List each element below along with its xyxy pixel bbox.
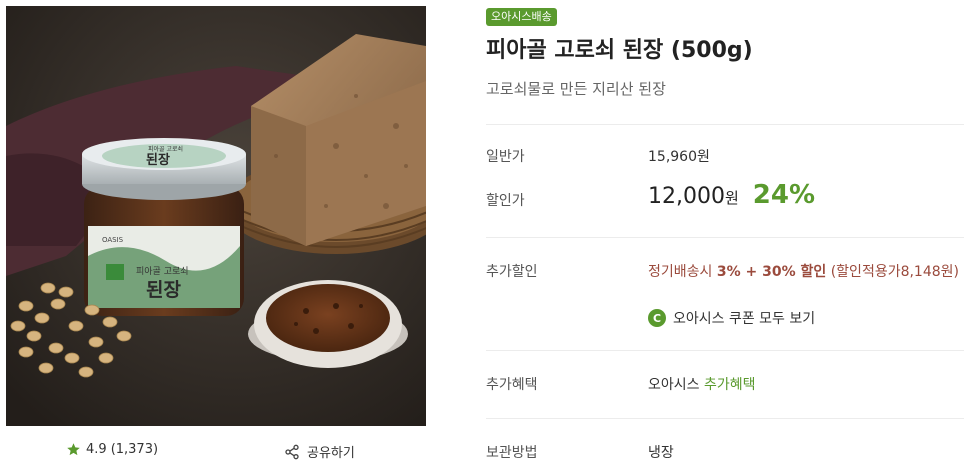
divider <box>486 124 964 125</box>
sale-price-unit: 원 <box>724 189 739 207</box>
star-icon <box>67 443 80 456</box>
coupon-link-label: 오아시스 쿠폰 모두 보기 <box>673 311 816 327</box>
extra-discount-label: 추가할인 <box>486 264 538 280</box>
image-bottom-bar: 4.9 (1,373) 공유하기 <box>6 432 426 469</box>
delivery-badge: 오아시스배송 <box>486 8 557 26</box>
rating-score: 4.9 <box>86 442 107 457</box>
product-image: OASIS 피아골 고로쇠 된장 피아골 고로쇠 된장 <box>6 6 426 426</box>
storage-label: 보관방법 <box>486 445 538 461</box>
storage-value: 냉장 <box>648 445 674 461</box>
extra-benefit-highlight[interactable]: 추가혜택 <box>704 377 756 393</box>
jar-lid-label-text: 된장 <box>146 152 170 168</box>
share-label: 공유하기 <box>307 446 355 461</box>
sale-price-label: 할인가 <box>486 193 525 209</box>
sale-price-value: 12,000 <box>648 184 725 209</box>
extra-discount-suffix: (할인적용가8,148원) <box>826 264 959 280</box>
share-icon <box>285 444 299 459</box>
extra-benefit-text: 오아시스 추가혜택 <box>648 374 756 394</box>
jar-lid-top-text: 피아골 고로쇠 <box>148 145 183 153</box>
extra-benefit-label: 추가혜택 <box>486 377 538 393</box>
extra-benefit-prefix: 오아시스 <box>648 377 704 393</box>
coupon-link[interactable]: C 오아시스 쿠폰 모두 보기 <box>648 308 815 328</box>
extra-discount-highlight: 3% + 30% 할인 <box>716 264 827 280</box>
jar-brand-text: OASIS <box>102 236 124 244</box>
divider <box>486 350 964 351</box>
jar-body-main-text: 된장 <box>146 279 181 301</box>
divider <box>486 418 964 419</box>
regular-price-value: 15,960원 <box>648 149 710 165</box>
discount-rate: 24% <box>752 180 816 210</box>
regular-price-label: 일반가 <box>486 149 525 165</box>
product-subtitle: 고로쇠물로 만든 지리산 된장 <box>486 80 666 98</box>
product-photo: OASIS 피아골 고로쇠 된장 피아골 고로쇠 된장 <box>6 6 426 426</box>
jar-body-top-text: 피아골 고로쇠 <box>136 266 189 277</box>
coupon-icon: C <box>648 309 666 327</box>
sale-price-row: 12,000 원 24% <box>648 180 815 210</box>
extra-discount-prefix: 정기배송시 <box>648 264 717 280</box>
divider <box>486 237 964 238</box>
product-title: 피아골 고로쇠 된장 (500g) <box>486 38 753 63</box>
extra-discount-text: 정기배송시 3% + 30% 할인 (할인적용가8,148원) <box>648 261 959 281</box>
share-button[interactable]: 공유하기 <box>284 442 355 461</box>
rating-count: (1,373) <box>110 442 159 457</box>
rating[interactable]: 4.9 (1,373) <box>66 442 158 457</box>
